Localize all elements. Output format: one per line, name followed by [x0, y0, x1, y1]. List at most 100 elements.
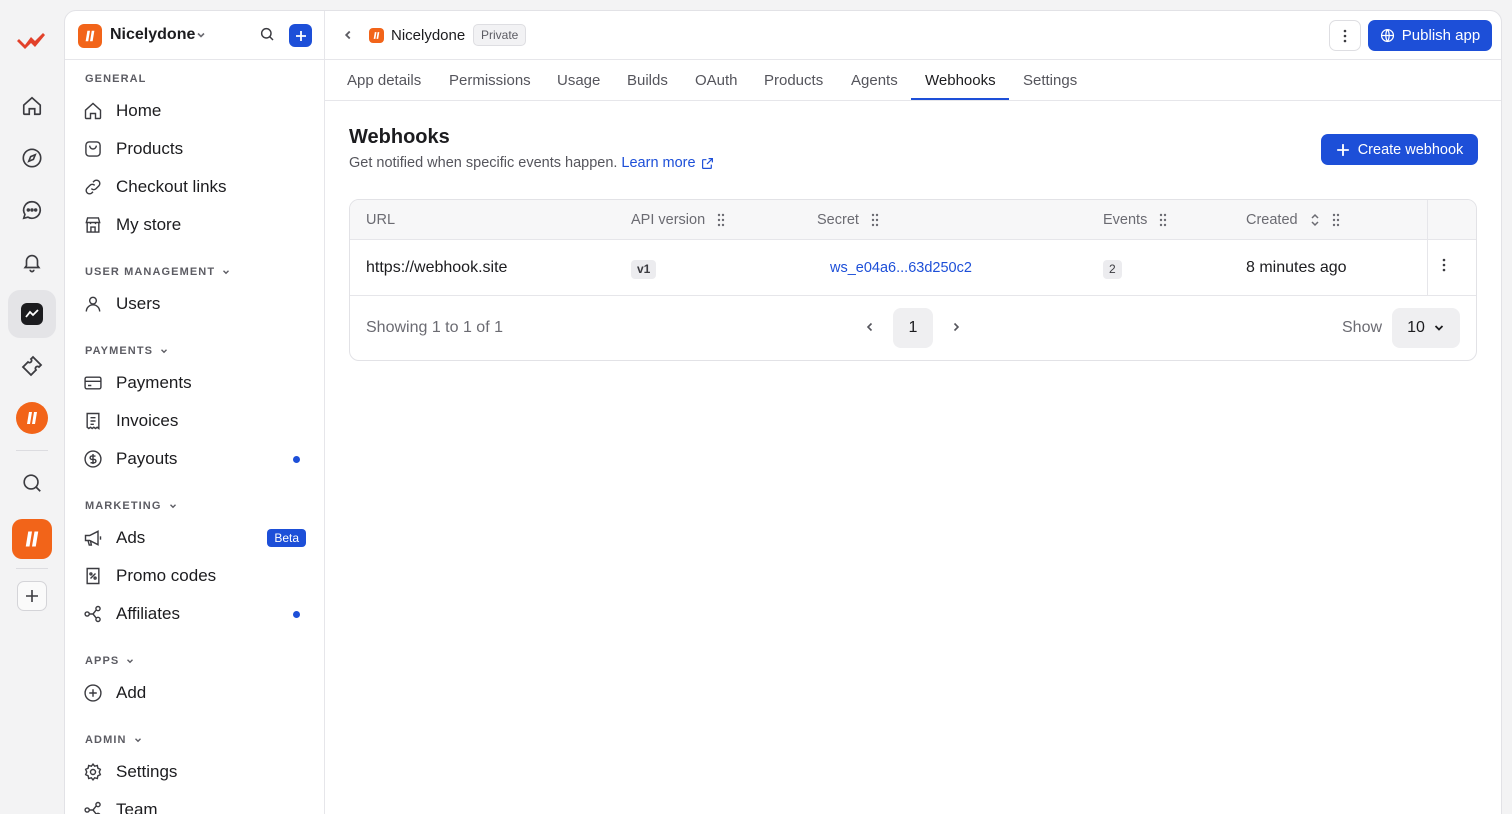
- sidebar-item-products[interactable]: Products: [73, 131, 316, 167]
- sidebar-item-label: Payouts: [116, 449, 178, 468]
- user-icon: [83, 294, 103, 314]
- sidebar-item-label: Products: [116, 139, 184, 158]
- sidebar-item-promo-codes[interactable]: Promo codes: [73, 558, 316, 594]
- subtitle-text: Get notified when specific events happen…: [349, 155, 618, 171]
- cell-events: 2: [1103, 260, 1122, 279]
- cell-created: 8 minutes ago: [1246, 259, 1347, 276]
- sidebar-item-label: Users: [116, 294, 161, 313]
- notification-dot: [293, 611, 300, 618]
- sidebar-item-checkout-links[interactable]: Checkout links: [73, 169, 316, 205]
- rail-divider: [16, 568, 48, 569]
- team-icon: [83, 800, 103, 814]
- chat-icon[interactable]: [8, 186, 56, 234]
- sidebar-item-affiliates[interactable]: Affiliates: [73, 596, 316, 632]
- tab-builds[interactable]: Builds: [627, 72, 668, 89]
- tab-permissions[interactable]: Permissions: [449, 72, 531, 89]
- back-chevron-icon[interactable]: [341, 28, 355, 42]
- sidebar-item-payouts[interactable]: Payouts: [73, 441, 316, 477]
- page-number-button[interactable]: 1: [893, 308, 933, 348]
- drag-handle-icon: [871, 213, 879, 227]
- section-title-admin[interactable]: ADMIN: [85, 734, 143, 746]
- visibility-badge: Private: [473, 24, 527, 46]
- tab-usage[interactable]: Usage: [557, 72, 600, 89]
- cell-secret[interactable]: ws_e04a6...63d250c2: [830, 260, 972, 276]
- company-logo-icon[interactable]: [8, 394, 56, 442]
- sidebar-item-label: My store: [116, 215, 182, 234]
- sidebar-item-my-store[interactable]: My store: [73, 207, 316, 243]
- learn-more-link[interactable]: Learn more: [621, 155, 713, 171]
- section-title-marketing[interactable]: MARKETING: [85, 500, 178, 512]
- tab-settings[interactable]: Settings: [1023, 72, 1077, 89]
- sidebar-item-payments[interactable]: Payments: [73, 365, 316, 401]
- tab-bar: App details Permissions Usage Builds OAu…: [325, 60, 1501, 101]
- bell-icon[interactable]: [8, 238, 56, 286]
- search-icon[interactable]: [259, 26, 275, 42]
- plus-icon: [1336, 143, 1349, 156]
- compass-icon[interactable]: [8, 134, 56, 182]
- section-title-apps[interactable]: APPS: [85, 655, 135, 667]
- page-subtitle: Get notified when specific events happen…: [349, 155, 714, 171]
- external-link-icon: [701, 157, 713, 169]
- sidebar-item-label: Payments: [116, 373, 192, 392]
- brand-logo-icon[interactable]: [8, 16, 56, 64]
- page-size-select[interactable]: 10: [1392, 308, 1460, 348]
- sidebar: Nicelydone GENERAL Home Products Checkou…: [65, 11, 325, 814]
- dollar-circle-icon: [83, 449, 103, 469]
- column-header-url[interactable]: URL: [366, 212, 395, 228]
- app-frame: Nicelydone GENERAL Home Products Checkou…: [64, 10, 1502, 814]
- section-title-payments[interactable]: PAYMENTS: [85, 345, 169, 357]
- dashboard-icon[interactable]: [8, 290, 56, 338]
- more-options-button[interactable]: [1329, 20, 1361, 51]
- cell-url: https://webhook.site: [366, 259, 508, 276]
- sidebar-item-invoices[interactable]: Invoices: [73, 403, 316, 439]
- column-header-secret[interactable]: Secret: [817, 212, 879, 228]
- credit-card-icon: [83, 373, 103, 393]
- page-title: Webhooks: [349, 126, 450, 148]
- publish-app-button[interactable]: Publish app: [1368, 20, 1492, 51]
- tab-products[interactable]: Products: [764, 72, 823, 89]
- workspace-logo-icon[interactable]: [78, 24, 102, 48]
- publish-app-label: Publish app: [1401, 27, 1481, 44]
- search-icon[interactable]: [8, 459, 56, 507]
- percent-icon: [83, 566, 103, 586]
- ticket-icon[interactable]: [8, 342, 56, 390]
- app-logo-icon: [369, 28, 384, 43]
- column-header-api-version[interactable]: API version: [631, 212, 725, 228]
- sidebar-item-users[interactable]: Users: [73, 286, 316, 322]
- plus-icon[interactable]: [8, 572, 56, 620]
- column-header-events[interactable]: Events: [1103, 212, 1167, 228]
- table-row[interactable]: https://webhook.site v1 ws_e04a6...63d25…: [350, 240, 1476, 296]
- webhooks-table: URL API version Secret Events Created ht…: [349, 199, 1477, 361]
- section-title-user-management[interactable]: USER MANAGEMENT: [85, 266, 231, 278]
- column-header-created[interactable]: Created: [1246, 212, 1340, 228]
- tab-webhooks[interactable]: Webhooks: [925, 72, 996, 89]
- create-webhook-button[interactable]: Create webhook: [1321, 134, 1478, 165]
- sort-icon: [1311, 213, 1319, 227]
- chevron-down-icon: [161, 349, 168, 354]
- tab-agents[interactable]: Agents: [851, 72, 898, 89]
- row-actions-icon[interactable]: [1442, 258, 1446, 272]
- tab-app-details[interactable]: App details: [347, 72, 421, 89]
- globe-icon: [1380, 28, 1394, 43]
- app-logo-icon[interactable]: [8, 515, 56, 563]
- pagination-summary: Showing 1 to 1 of 1: [366, 319, 503, 336]
- notification-dot: [293, 456, 300, 463]
- workspace-name[interactable]: Nicelydone: [110, 26, 195, 44]
- tab-oauth[interactable]: OAuth: [695, 72, 738, 89]
- sidebar-item-ads[interactable]: Ads Beta: [73, 520, 316, 556]
- chevron-down-icon[interactable]: [195, 29, 207, 41]
- add-button[interactable]: [289, 24, 312, 47]
- home-icon[interactable]: [8, 82, 56, 130]
- sidebar-item-team[interactable]: Team: [73, 792, 316, 814]
- chevron-left-icon[interactable]: [864, 321, 876, 333]
- rail-divider: [16, 450, 48, 451]
- sidebar-item-settings[interactable]: Settings: [73, 754, 316, 790]
- megaphone-icon: [83, 528, 103, 548]
- create-webhook-label: Create webhook: [1357, 141, 1464, 158]
- sidebar-item-add[interactable]: Add: [73, 675, 316, 711]
- chevron-right-icon[interactable]: [950, 321, 962, 333]
- sidebar-item-label: Team: [116, 800, 158, 814]
- page-size-value: 10: [1407, 319, 1425, 336]
- sidebar-item-home[interactable]: Home: [73, 93, 316, 129]
- learn-more-label: Learn more: [621, 155, 696, 171]
